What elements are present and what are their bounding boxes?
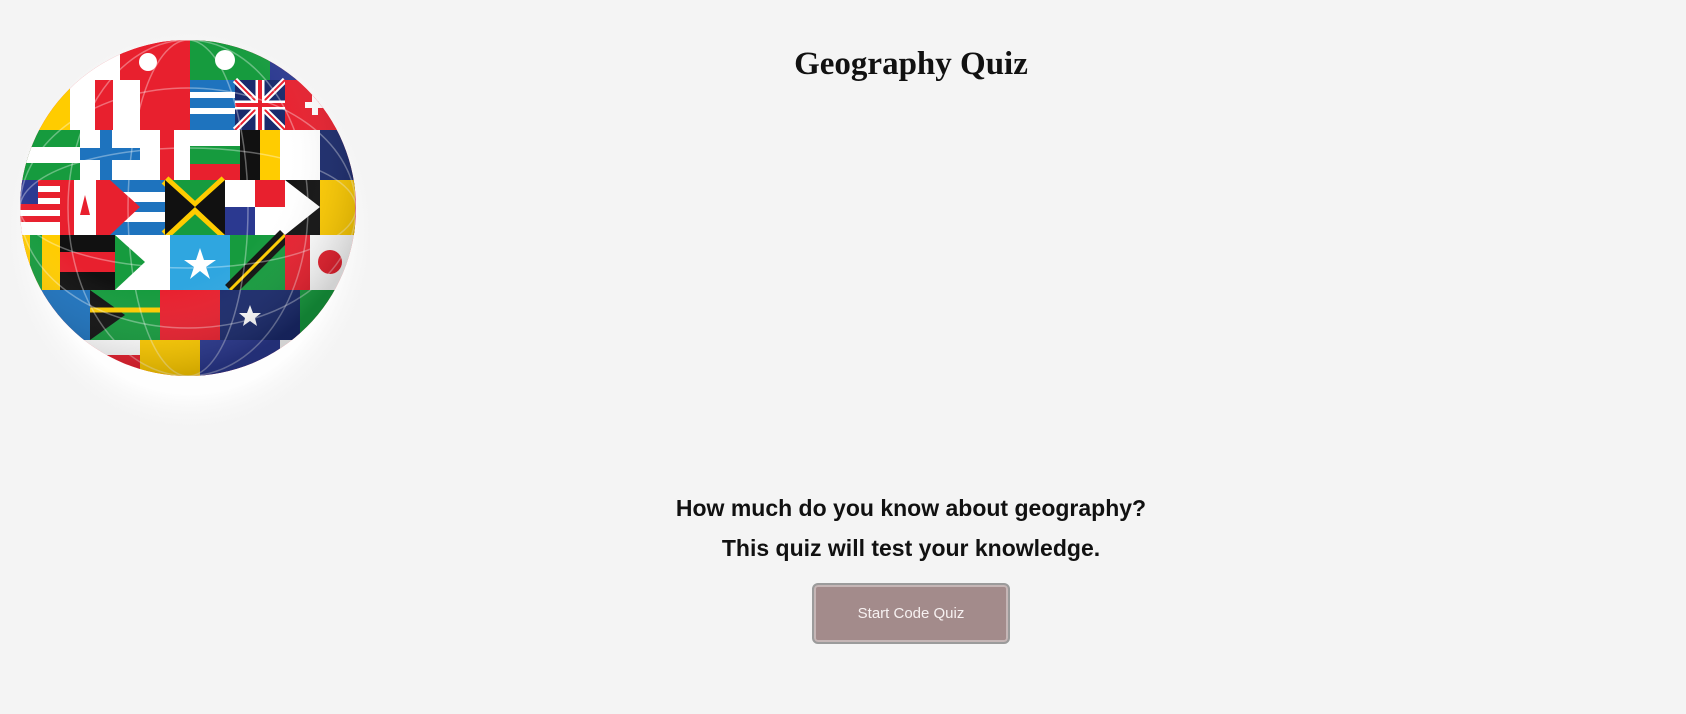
intro-question: How much do you know about geography?	[675, 495, 1147, 521]
intro-subtitle: This quiz will test your knowledge.	[721, 535, 1101, 561]
header: Geography Quiz	[711, 42, 1111, 86]
page-title: Geography Quiz	[794, 46, 1028, 82]
flag-globe-icon	[0, 20, 380, 440]
start-quiz-button[interactable]: Start Code Quiz	[812, 583, 1010, 644]
intro-section: How much do you know about geography? Th…	[511, 488, 1311, 568]
